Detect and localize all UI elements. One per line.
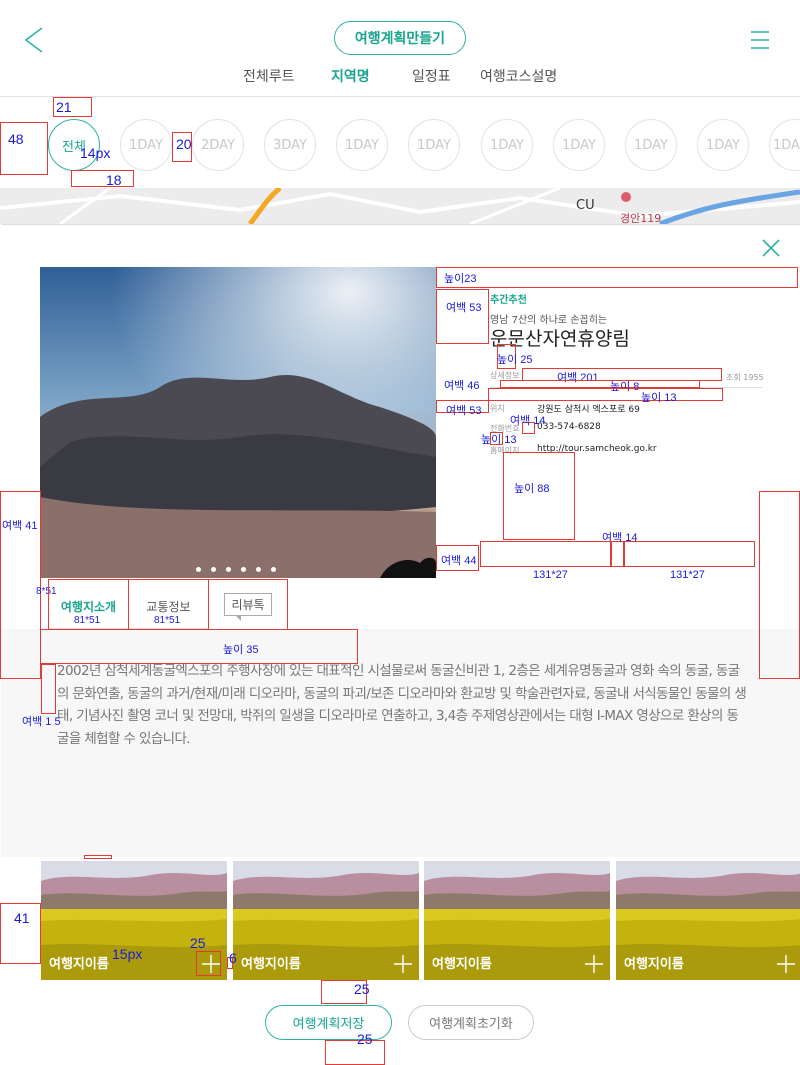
- day-circle[interactable]: 1DAY: [625, 119, 677, 171]
- annotation-box: [41, 664, 56, 714]
- annotation-label: 25: [190, 935, 206, 951]
- annotation-label: 25: [354, 981, 370, 997]
- top-tabs: 전체루트 지역명 일정표 여행코스설명: [0, 66, 800, 86]
- pagination-dot[interactable]: [256, 567, 261, 572]
- annotation-label: 41: [14, 910, 30, 926]
- pagination-dot[interactable]: [226, 567, 231, 572]
- annotation-label: 6: [229, 950, 237, 966]
- annotation-label: 20: [176, 136, 192, 152]
- annotation-label: 81*51: [74, 615, 101, 626]
- phone-value[interactable]: 033-574-6828: [537, 422, 601, 432]
- destination-description: 2002년 삼척세계동굴엑스포의 주행사장에 있는 대표적인 시설물로써 동굴신…: [57, 663, 747, 747]
- annotation-box: [488, 388, 723, 401]
- day-circle[interactable]: 1DAY: [120, 119, 172, 171]
- add-plus-icon[interactable]: [393, 954, 413, 974]
- thumbnail-name: 여행지이름: [624, 957, 684, 972]
- annotation-label: 21: [56, 99, 72, 115]
- pagination-dot[interactable]: [241, 567, 246, 572]
- hamburger-menu-icon[interactable]: [751, 30, 769, 50]
- add-plus-icon[interactable]: [584, 954, 604, 974]
- annotation-label: 높이 88: [514, 483, 550, 495]
- day-circle[interactable]: 1DAY: [408, 119, 460, 171]
- annotation-label: 81*51: [154, 615, 181, 626]
- map-view[interactable]: CU 경안119: [0, 188, 800, 224]
- annotation-label: 여백 1 5: [22, 716, 61, 728]
- annotation-box: [500, 380, 700, 388]
- annotation-label: 여백 46: [444, 380, 480, 392]
- annotation-box: [759, 491, 800, 679]
- annotation-label: 131*27: [533, 569, 568, 581]
- annotation-box: [71, 170, 134, 187]
- thumbnail-card[interactable]: 여행지이름: [616, 861, 800, 980]
- thumbnail-name: 여행지이름: [49, 957, 109, 972]
- thumbnail-name: 여행지이름: [241, 957, 301, 972]
- annotation-box: [208, 579, 288, 630]
- annotation-label: 높이23: [444, 273, 477, 285]
- annotation-box: [84, 855, 112, 859]
- annotation-label: 높이 13: [481, 434, 517, 446]
- pagination-dot[interactable]: [271, 567, 276, 572]
- annotation-box: [325, 1040, 385, 1065]
- reset-plan-button[interactable]: 여행계획초기화: [408, 1005, 534, 1040]
- annotation-box: [436, 289, 489, 344]
- annotation-label: 25: [357, 1031, 373, 1047]
- header-divider: [0, 96, 800, 97]
- day-circle[interactable]: 1DA: [769, 119, 800, 171]
- map-roads: [0, 188, 800, 224]
- pagination-dot[interactable]: [196, 567, 201, 572]
- annotation-label: 높이 35: [223, 644, 259, 656]
- location-value: 강원도 삼척시 엑스포로 69: [537, 405, 640, 415]
- tab-all-route[interactable]: 전체루트: [243, 66, 295, 86]
- annotation-box: [196, 951, 221, 976]
- annotation-box: [480, 541, 611, 567]
- tab-course-description[interactable]: 여행코스설명: [480, 66, 557, 86]
- tab-region[interactable]: 지역명: [331, 66, 370, 86]
- location-label: 위치: [490, 404, 505, 413]
- annotation-box: [436, 267, 798, 288]
- close-icon[interactable]: [761, 238, 781, 258]
- recommend-tag: 추간추천: [490, 295, 527, 306]
- day-circle[interactable]: 1DAY: [336, 119, 388, 171]
- sunset-image: [40, 267, 436, 578]
- annotation-box: [0, 122, 48, 175]
- annotation-box: [40, 629, 358, 664]
- thumbnail-card[interactable]: 여행지이름: [424, 861, 610, 980]
- day-circle[interactable]: 1DAY: [697, 119, 749, 171]
- page-title-button[interactable]: 여행계획만들기: [334, 21, 466, 55]
- annotation-label: 여백 53: [446, 302, 482, 314]
- day-circle[interactable]: 3DAY: [264, 119, 316, 171]
- annotation-label: 여백 53: [446, 405, 482, 417]
- thumbnail-name: 여행지이름: [432, 957, 492, 972]
- destination-photo[interactable]: [40, 267, 436, 578]
- annotation-label: 여백 14: [510, 415, 546, 427]
- photo-pagination[interactable]: [196, 557, 286, 576]
- annotation-label: 14px: [80, 145, 111, 161]
- annotation-label: 여백 44: [441, 555, 477, 567]
- annotation-box: [624, 541, 755, 567]
- day-circle[interactable]: 1DAY: [553, 119, 605, 171]
- view-count: 조회 1955: [726, 373, 764, 382]
- map-label-fire-station: 경안119: [620, 212, 662, 224]
- annotation-label: 15px: [112, 946, 143, 962]
- tab-schedule[interactable]: 일정표: [412, 66, 451, 86]
- annotation-label: 131*27: [670, 569, 705, 581]
- day-circle[interactable]: 1DAY: [481, 119, 533, 171]
- annotation-label: 여백 41: [2, 520, 38, 532]
- annotation-label: 48: [8, 131, 24, 147]
- annotation-label: 18: [106, 172, 122, 188]
- thumbnail-card[interactable]: 여행지이름: [233, 861, 419, 980]
- pagination-dot[interactable]: [211, 567, 216, 572]
- back-arrow-icon[interactable]: [22, 26, 46, 54]
- annotation-label: 높이 25: [497, 354, 533, 366]
- map-label-cu: CU: [576, 198, 595, 213]
- add-plus-icon[interactable]: [776, 954, 796, 974]
- annotation-label: 높이 13: [641, 392, 677, 404]
- annotation-box: [503, 452, 575, 540]
- day-circle[interactable]: 2DAY: [192, 119, 244, 171]
